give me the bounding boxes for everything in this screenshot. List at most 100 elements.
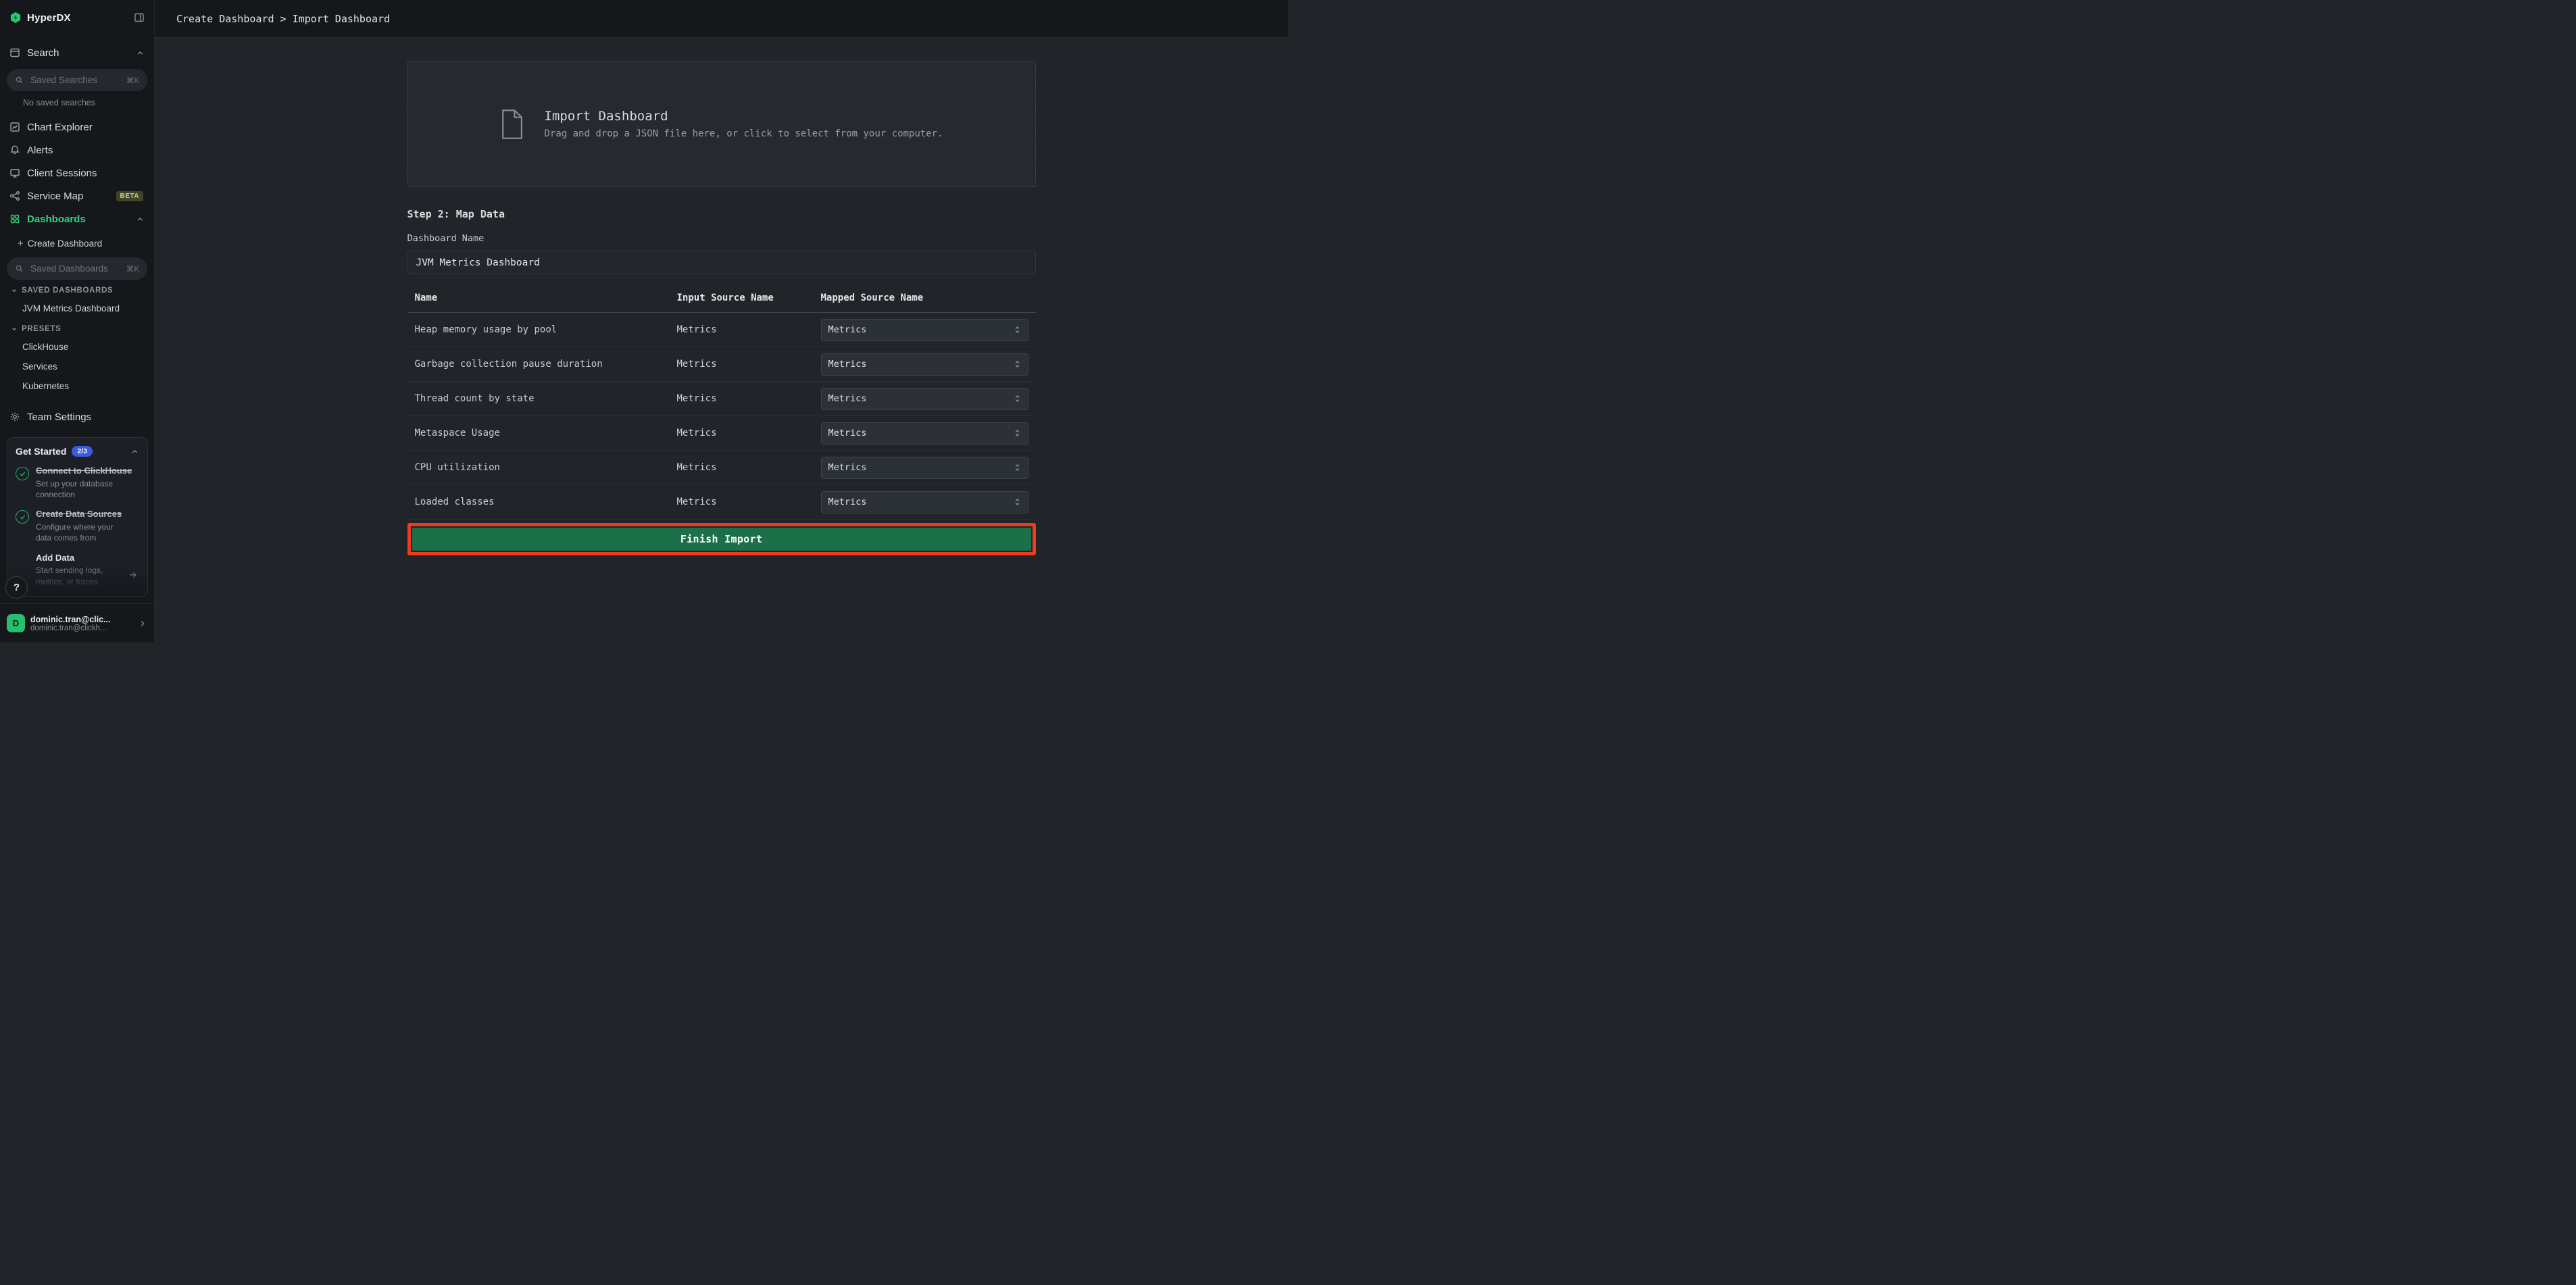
plus-icon: + bbox=[18, 238, 24, 249]
empty-circle-icon bbox=[16, 554, 29, 568]
sidebar-item-chart-explorer[interactable]: Chart Explorer bbox=[0, 116, 154, 138]
chart-name: CPU utilization bbox=[407, 462, 677, 473]
progress-badge: 2/3 bbox=[72, 446, 93, 457]
mapped-source-select[interactable]: Metrics bbox=[821, 319, 1029, 341]
column-header-name: Name bbox=[407, 293, 677, 303]
input-source: Metrics bbox=[677, 497, 821, 507]
preset-item-services[interactable]: Services bbox=[0, 357, 154, 376]
get-started-item[interactable]: Create Data Sources Configure where your… bbox=[16, 509, 139, 543]
nav-label: Team Settings bbox=[27, 411, 91, 423]
input-source: Metrics bbox=[677, 428, 821, 438]
help-button[interactable]: ? bbox=[5, 576, 28, 599]
dashboard-name-label: Dashboard Name bbox=[407, 233, 1036, 244]
sidebar: HyperDX Search ⌘K No saved searches bbox=[0, 0, 155, 642]
gear-icon bbox=[9, 411, 20, 422]
saved-dashboards-section[interactable]: SAVED DASHBOARDS bbox=[0, 282, 154, 299]
select-value: Metrics bbox=[828, 324, 867, 335]
chevron-right-icon bbox=[138, 619, 147, 628]
select-value: Metrics bbox=[828, 462, 867, 473]
chevron-down-icon bbox=[11, 326, 18, 332]
select-updown-icon bbox=[1014, 359, 1021, 369]
mapped-source-select[interactable]: Metrics bbox=[821, 457, 1029, 479]
chevron-up-icon bbox=[130, 447, 139, 456]
preset-item-clickhouse[interactable]: ClickHouse bbox=[0, 337, 154, 357]
user-email: dominic.tran@clickh... bbox=[30, 624, 132, 632]
mapped-source-select[interactable]: Metrics bbox=[821, 353, 1029, 376]
file-icon bbox=[499, 109, 525, 140]
beta-badge: BETA bbox=[116, 191, 143, 201]
sidebar-item-alerts[interactable]: Alerts bbox=[0, 138, 154, 161]
user-name: dominic.tran@clic... bbox=[30, 615, 132, 624]
select-value: Metrics bbox=[828, 359, 867, 370]
mapped-source-select[interactable]: Metrics bbox=[821, 388, 1029, 410]
get-started-item-title: Add Data bbox=[36, 553, 130, 564]
get-started-item[interactable]: Add Data Start sending logs, metrics, or… bbox=[16, 553, 139, 587]
app-title: HyperDX bbox=[27, 12, 71, 24]
get-started-item-title: Connect to ClickHouse bbox=[36, 465, 132, 477]
chart-name: Loaded classes bbox=[407, 497, 677, 507]
preset-item-kubernetes[interactable]: Kubernetes bbox=[0, 376, 154, 396]
input-source: Metrics bbox=[677, 462, 821, 473]
check-circle-icon bbox=[16, 510, 29, 524]
dropzone-title: Import Dashboard bbox=[544, 109, 943, 124]
saved-dashboards-field[interactable]: ⌘K bbox=[7, 257, 147, 280]
get-started-header[interactable]: Get Started 2/3 bbox=[16, 446, 139, 457]
input-source: Metrics bbox=[677, 324, 821, 335]
input-source: Metrics bbox=[677, 393, 821, 404]
chart-name: Garbage collection pause duration bbox=[407, 359, 677, 370]
search-section-header[interactable]: Search bbox=[0, 39, 154, 66]
select-updown-icon bbox=[1014, 325, 1021, 334]
logo-row: HyperDX bbox=[0, 0, 154, 35]
search-icon bbox=[15, 264, 24, 273]
main-content: Import Dashboard Drag and drop a JSON fi… bbox=[155, 38, 1288, 642]
saved-dashboards-input[interactable] bbox=[29, 263, 121, 274]
get-started-card: Get Started 2/3 Connect to ClickHouse Se… bbox=[7, 437, 148, 597]
select-updown-icon bbox=[1014, 463, 1021, 472]
search-section-label: Search bbox=[27, 47, 59, 59]
breadcrumb: Create Dashboard > Import Dashboard bbox=[176, 13, 390, 25]
get-started-item-desc: Start sending logs, metrics, or traces bbox=[36, 565, 130, 586]
sidebar-item-dashboards[interactable]: Dashboards bbox=[0, 207, 154, 230]
arrow-right-icon bbox=[128, 570, 138, 580]
chart-explorer-icon bbox=[9, 122, 20, 132]
mapped-source-select[interactable]: Metrics bbox=[821, 491, 1029, 513]
finish-import-button[interactable]: Finish Import bbox=[412, 528, 1031, 551]
select-updown-icon bbox=[1014, 497, 1021, 507]
user-menu[interactable]: D dominic.tran@clic... dominic.tran@clic… bbox=[0, 603, 154, 642]
no-saved-searches-text: No saved searches bbox=[0, 98, 154, 107]
table-row: CPU utilization Metrics Metrics bbox=[407, 451, 1036, 485]
monitor-icon bbox=[9, 168, 20, 178]
chevron-down-icon bbox=[11, 287, 18, 294]
saved-searches-field[interactable]: ⌘K bbox=[7, 69, 147, 91]
presets-section[interactable]: PRESETS bbox=[0, 321, 154, 337]
service-map-icon bbox=[9, 191, 20, 201]
saved-searches-input[interactable] bbox=[29, 74, 121, 86]
create-dashboard-label: Create Dashboard bbox=[28, 238, 102, 249]
create-dashboard-button[interactable]: + Create Dashboard bbox=[0, 234, 154, 253]
dashboard-name-input[interactable] bbox=[407, 251, 1036, 274]
saved-dashboard-item[interactable]: JVM Metrics Dashboard bbox=[0, 299, 154, 318]
column-header-input-source: Input Source Name bbox=[677, 293, 821, 303]
nav-label: Alerts bbox=[27, 145, 53, 156]
sidebar-item-service-map[interactable]: Service Map BETA bbox=[0, 184, 154, 207]
get-started-item-title: Create Data Sources bbox=[36, 509, 130, 520]
select-updown-icon bbox=[1014, 428, 1021, 438]
mapped-source-select[interactable]: Metrics bbox=[821, 422, 1029, 445]
check-circle-icon bbox=[16, 467, 29, 480]
section-label: SAVED DASHBOARDS bbox=[22, 286, 113, 295]
chevron-up-icon bbox=[136, 215, 145, 224]
shortcut-badge: ⌘K bbox=[126, 264, 139, 274]
sidebar-item-team-settings[interactable]: Team Settings bbox=[0, 405, 154, 428]
step-label: Step 2: Map Data bbox=[407, 208, 1036, 220]
import-dropzone[interactable]: Import Dashboard Drag and drop a JSON fi… bbox=[407, 61, 1036, 187]
dashboards-grid-icon bbox=[9, 213, 20, 224]
avatar: D bbox=[7, 614, 25, 632]
column-header-mapped-source: Mapped Source Name bbox=[821, 293, 1036, 303]
sidebar-item-client-sessions[interactable]: Client Sessions bbox=[0, 161, 154, 184]
table-row: Heap memory usage by pool Metrics Metric… bbox=[407, 313, 1036, 347]
sidebar-toggle-icon[interactable] bbox=[134, 12, 145, 23]
get-started-item[interactable]: Connect to ClickHouse Set up your databa… bbox=[16, 465, 139, 500]
nav-label: Client Sessions bbox=[27, 168, 97, 179]
hyperdx-logo-icon bbox=[9, 11, 22, 24]
select-updown-icon bbox=[1014, 394, 1021, 403]
